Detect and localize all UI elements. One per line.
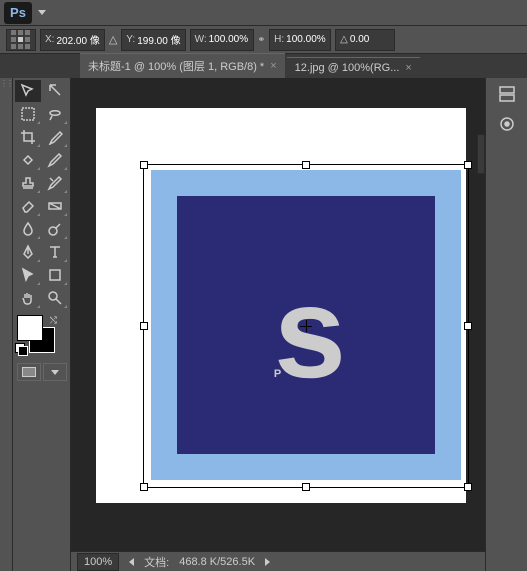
type-tool[interactable] bbox=[42, 241, 68, 263]
marquee-tool[interactable] bbox=[15, 103, 41, 125]
h-label: H: bbox=[274, 34, 284, 45]
link-icon[interactable]: ⚭ bbox=[258, 34, 266, 45]
x-label: X: bbox=[45, 34, 54, 45]
reset-colors-icon[interactable] bbox=[15, 343, 27, 355]
workspace: ⤭ Ps bbox=[0, 78, 527, 571]
transform-center-point[interactable] bbox=[300, 320, 312, 332]
toolbox: ⤭ bbox=[13, 78, 71, 571]
y-field[interactable]: Y:199.00 像 bbox=[121, 29, 185, 51]
move-tool[interactable] bbox=[15, 80, 41, 102]
w-field[interactable]: W:100.00% bbox=[190, 29, 254, 51]
handle-middle-right[interactable] bbox=[464, 322, 472, 330]
document-canvas[interactable]: Ps bbox=[96, 108, 466, 503]
close-icon[interactable]: × bbox=[405, 62, 411, 74]
transform-bounding-box[interactable] bbox=[143, 164, 469, 488]
tab-title: 12.jpg @ 100%(RG... bbox=[295, 62, 400, 74]
status-arrow-icon[interactable] bbox=[129, 558, 134, 566]
artboard-tool[interactable] bbox=[42, 80, 68, 102]
x-field[interactable]: X:202.00 像 bbox=[40, 29, 105, 51]
screen-mode-icon[interactable] bbox=[43, 363, 67, 381]
status-menu-icon[interactable] bbox=[265, 558, 270, 566]
status-bar: 100% 文档: 468.8 K/526.5K bbox=[71, 551, 485, 571]
toolbox-grip[interactable] bbox=[0, 78, 13, 571]
w-value[interactable]: 100.00% bbox=[209, 34, 249, 45]
standard-mode-icon[interactable] bbox=[17, 363, 41, 381]
eraser-tool[interactable] bbox=[15, 195, 41, 217]
foreground-color[interactable] bbox=[17, 315, 43, 341]
app-menu-chevron[interactable] bbox=[38, 10, 46, 15]
history-brush-tool[interactable] bbox=[42, 172, 68, 194]
hand-tool[interactable] bbox=[15, 287, 41, 309]
menubar: Ps bbox=[0, 0, 527, 26]
swap-colors-icon[interactable]: ⤭ bbox=[50, 315, 57, 326]
adjustments-panel-icon[interactable] bbox=[492, 112, 522, 136]
brush-tool[interactable] bbox=[42, 149, 68, 171]
transform-anchor-picker[interactable] bbox=[6, 29, 36, 51]
handle-middle-left[interactable] bbox=[140, 322, 148, 330]
handle-bottom-right[interactable] bbox=[464, 483, 472, 491]
eyedropper-tool[interactable] bbox=[42, 126, 68, 148]
right-dock bbox=[485, 78, 527, 571]
stamp-tool[interactable] bbox=[15, 172, 41, 194]
handle-top-left[interactable] bbox=[140, 161, 148, 169]
y-label: Y: bbox=[126, 34, 135, 45]
color-swatches[interactable]: ⤭ bbox=[15, 315, 61, 355]
angle-field[interactable]: △0.00 bbox=[335, 29, 395, 51]
healing-tool[interactable] bbox=[15, 149, 41, 171]
zoom-level[interactable]: 100% bbox=[77, 553, 119, 571]
blur-tool[interactable] bbox=[15, 218, 41, 240]
shape-tool[interactable] bbox=[42, 264, 68, 286]
dock-collapse-handle[interactable] bbox=[477, 134, 485, 174]
crop-tool[interactable] bbox=[15, 126, 41, 148]
handle-top-right[interactable] bbox=[464, 161, 472, 169]
tab-title: 未标题-1 @ 100% (图层 1, RGB/8) * bbox=[88, 58, 264, 74]
gradient-tool[interactable] bbox=[42, 195, 68, 217]
handle-bottom-left[interactable] bbox=[140, 483, 148, 491]
path-select-tool[interactable] bbox=[15, 264, 41, 286]
lasso-tool[interactable] bbox=[42, 103, 68, 125]
document-tabs: 未标题-1 @ 100% (图层 1, RGB/8) * × 12.jpg @ 1… bbox=[0, 54, 527, 78]
h-value[interactable]: 100.00% bbox=[286, 34, 326, 45]
angle-value[interactable]: 0.00 bbox=[350, 34, 390, 45]
delta-icon[interactable]: △ bbox=[109, 33, 117, 46]
w-label: W: bbox=[195, 34, 207, 45]
app-logo[interactable]: Ps bbox=[4, 2, 32, 24]
quickmask-toggle[interactable] bbox=[15, 363, 68, 381]
y-value[interactable]: 199.00 像 bbox=[137, 32, 180, 47]
pen-tool[interactable] bbox=[15, 241, 41, 263]
x-value[interactable]: 202.00 像 bbox=[56, 32, 99, 47]
zoom-tool[interactable] bbox=[42, 287, 68, 309]
tab-active[interactable]: 未标题-1 @ 100% (图层 1, RGB/8) * × bbox=[80, 53, 285, 78]
doc-label: 文档: bbox=[144, 554, 169, 570]
canvas-area[interactable]: Ps 100% 文档: 468.8 K/526.5K bbox=[71, 78, 485, 571]
handle-top-center[interactable] bbox=[302, 161, 310, 169]
options-bar: X:202.00 像 △ Y:199.00 像 W:100.00% ⚭ H:10… bbox=[0, 26, 527, 54]
dodge-tool[interactable] bbox=[42, 218, 68, 240]
handle-bottom-center[interactable] bbox=[302, 483, 310, 491]
tab-inactive[interactable]: 12.jpg @ 100%(RG... × bbox=[287, 57, 420, 78]
close-icon[interactable]: × bbox=[270, 60, 276, 72]
angle-label: △ bbox=[340, 34, 348, 45]
h-field[interactable]: H:100.00% bbox=[269, 29, 331, 51]
history-panel-icon[interactable] bbox=[492, 82, 522, 106]
doc-info: 468.8 K/526.5K bbox=[179, 556, 255, 568]
